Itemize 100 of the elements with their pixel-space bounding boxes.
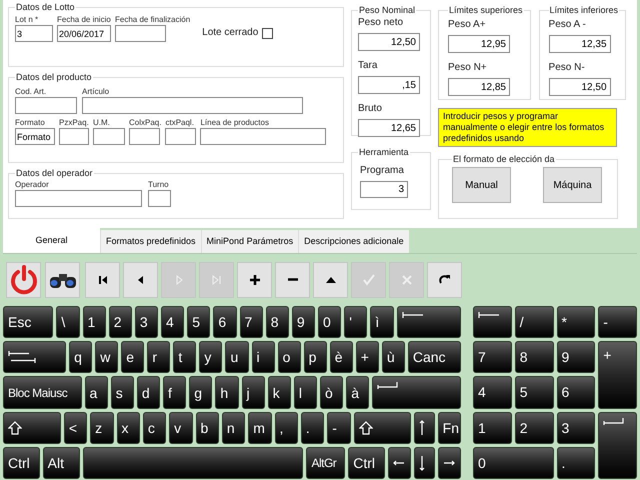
toolbar-button[interactable] [45, 262, 80, 298]
keyboard-key[interactable]: d [136, 376, 160, 409]
keyboard-key[interactable]: Bloc Maiusc [3, 376, 82, 409]
keyboard-key[interactable]: h [215, 376, 239, 409]
input-field[interactable]: 3 [360, 181, 408, 198]
input-field[interactable] [200, 128, 326, 145]
keyboard-key[interactable]: ì [370, 306, 394, 338]
keyboard-key[interactable]: 3 [556, 412, 596, 444]
keyboard-key[interactable]: y [199, 341, 222, 374]
keyboard-key[interactable]: b [196, 412, 219, 444]
keyboard-key[interactable]: s [110, 376, 134, 409]
keyboard-key[interactable]: e [121, 341, 144, 374]
keyboard-key[interactable]: 1 [82, 306, 106, 338]
keyboard-key[interactable]: w [95, 341, 118, 374]
keyboard-key[interactable]: 9 [556, 341, 596, 374]
keyboard-key[interactable]: a [84, 376, 108, 409]
keyboard-key[interactable] [3, 341, 66, 374]
checkbox[interactable] [262, 28, 274, 39]
keyboard-key[interactable]: 5 [187, 306, 210, 338]
toolbar-button[interactable] [313, 262, 348, 298]
keyboard-key[interactable] [414, 412, 435, 444]
keyboard-key[interactable]: - [327, 412, 351, 444]
keyboard-key[interactable]: 4 [161, 306, 184, 338]
tab[interactable]: MiniPond Parámetros [200, 230, 298, 253]
keyboard-key[interactable]: 3 [134, 306, 158, 338]
keyboard-key[interactable]: r [147, 341, 170, 374]
keyboard-key[interactable]: 9 [292, 306, 316, 338]
input-field[interactable]: Formato [15, 128, 55, 145]
keyboard-key[interactable]: 4 [473, 376, 512, 409]
input-field[interactable]: 20/06/2017 [57, 25, 111, 42]
keyboard-key[interactable]: z [90, 412, 114, 444]
keyboard-key[interactable]: + [356, 341, 379, 374]
input-field[interactable]: 3 [15, 25, 53, 42]
keyboard-key[interactable] [473, 306, 512, 338]
keyboard-key[interactable]: 7 [240, 306, 263, 338]
choice-button[interactable]: Máquina [543, 167, 602, 203]
keyboard-key[interactable]: AltGr [306, 446, 346, 480]
keyboard-key[interactable]: 0 [473, 446, 554, 479]
keyboard-key[interactable]: * [556, 306, 596, 338]
keyboard-key[interactable]: o [278, 341, 301, 374]
input-field[interactable]: 12,35 [548, 35, 611, 53]
input-field[interactable] [129, 128, 160, 145]
keyboard-key[interactable] [598, 412, 637, 479]
keyboard-key[interactable]: ' [344, 306, 368, 338]
keyboard-key[interactable]: Esc [3, 306, 54, 338]
input-field[interactable]: 12,65 [358, 119, 420, 137]
keyboard-key[interactable]: . [300, 412, 324, 444]
keyboard-key[interactable]: u [225, 341, 249, 374]
input-field[interactable] [15, 190, 142, 207]
keyboard-key[interactable]: Ctrl [348, 446, 385, 480]
keyboard-key[interactable]: l [294, 376, 318, 409]
keyboard-key[interactable]: 8 [514, 341, 554, 374]
keyboard-key[interactable]: 0 [318, 306, 342, 338]
keyboard-key[interactable]: 2 [514, 412, 554, 444]
keyboard-key[interactable]: \ [56, 306, 80, 338]
keyboard-key[interactable] [438, 446, 461, 480]
keyboard-key[interactable]: ò [320, 376, 344, 409]
keyboard-key[interactable]: - [598, 306, 637, 338]
keyboard-key[interactable]: i [252, 341, 275, 374]
toolbar-button[interactable] [427, 262, 462, 298]
keyboard-key[interactable]: f [163, 376, 186, 409]
keyboard-key[interactable]: m [248, 412, 272, 444]
keyboard-key[interactable]: 1 [473, 412, 512, 444]
keyboard-key[interactable]: Ctrl [3, 446, 40, 480]
input-field[interactable]: 12,85 [448, 78, 510, 96]
input-field[interactable] [93, 128, 125, 145]
keyboard-key[interactable]: v [169, 412, 193, 444]
keyboard-key[interactable]: . [556, 446, 596, 479]
keyboard-key[interactable]: q [69, 341, 92, 374]
keyboard-key[interactable]: / [514, 306, 554, 338]
input-field[interactable]: 12,50 [358, 33, 420, 51]
keyboard-key[interactable]: ù [382, 341, 405, 374]
toolbar-button[interactable] [85, 262, 120, 298]
keyboard-key[interactable]: j [242, 376, 265, 409]
keyboard-key[interactable]: 7 [473, 341, 512, 374]
keyboard-key[interactable]: 5 [514, 376, 554, 409]
keyboard-key[interactable]: 6 [213, 306, 237, 338]
keyboard-key[interactable]: 2 [108, 306, 132, 338]
keyboard-key[interactable]: 8 [266, 306, 289, 338]
keyboard-key[interactable] [388, 446, 411, 480]
input-field[interactable] [82, 97, 303, 114]
keyboard-key[interactable]: n [222, 412, 246, 444]
keyboard-key[interactable] [414, 446, 435, 480]
input-field[interactable]: 12,95 [448, 35, 510, 53]
input-field[interactable] [15, 97, 77, 114]
keyboard-key[interactable]: x [116, 412, 140, 444]
keyboard-key[interactable]: , [274, 412, 298, 444]
tab[interactable]: Descripciones adicionale [298, 230, 409, 253]
toolbar-button[interactable] [237, 262, 272, 298]
input-field[interactable] [115, 25, 166, 42]
keyboard-key[interactable]: t [173, 341, 196, 374]
keyboard-key[interactable] [3, 412, 61, 444]
keyboard-key[interactable]: è [330, 341, 353, 374]
keyboard-key[interactable]: + [598, 341, 637, 409]
keyboard-key[interactable]: Fn [438, 412, 461, 444]
input-field[interactable]: ,15 [358, 76, 420, 94]
keyboard-key[interactable]: 6 [556, 376, 596, 409]
keyboard-key[interactable]: p [304, 341, 327, 374]
keyboard-key[interactable] [396, 306, 461, 338]
input-field[interactable] [165, 128, 196, 145]
